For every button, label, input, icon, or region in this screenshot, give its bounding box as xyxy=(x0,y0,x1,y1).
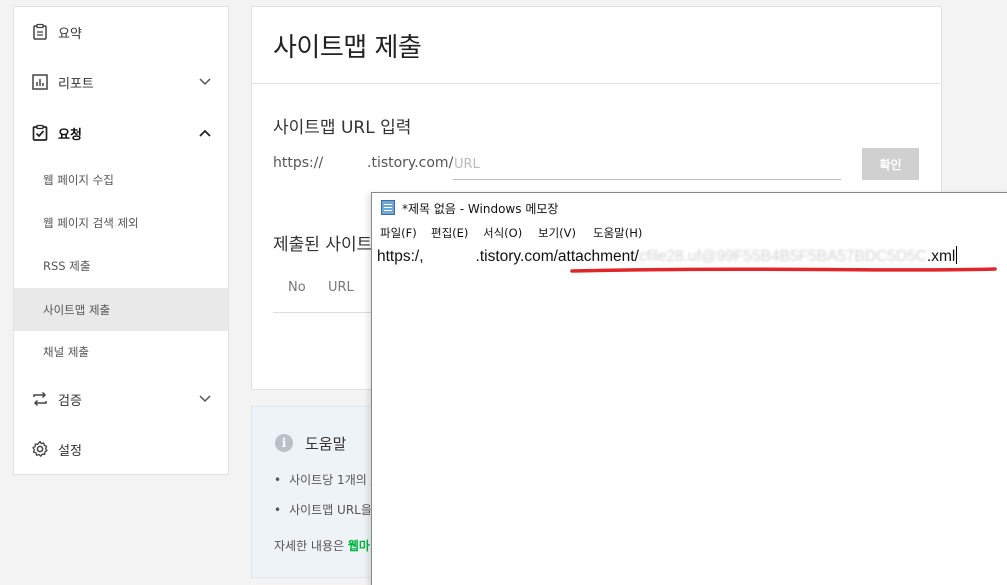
menu-file[interactable]: 파일(F) xyxy=(380,225,417,241)
help-bullet: 사이트당 1개의 / xyxy=(274,471,375,488)
sidebar-item-request[interactable]: 요청 xyxy=(14,111,228,155)
sidebar-subitem-label: 채널 제출 xyxy=(43,344,89,359)
notepad-text-area[interactable]: https:/, .tistory.com/attachment/cfile28.… xyxy=(377,246,958,266)
menu-format[interactable]: 서식(O) xyxy=(483,225,522,241)
bar-chart-icon xyxy=(30,72,50,92)
notepad-text-path: .tistory.com/attachment/ xyxy=(475,248,639,265)
repeat-icon xyxy=(30,389,50,409)
sidebar-item-label: 설정 xyxy=(58,443,82,459)
sidebar-item-settings[interactable]: 설정 xyxy=(14,427,228,471)
sidebar-subitem-label: RSS 제출 xyxy=(43,258,91,273)
webmaster-guide-link[interactable]: 웹마 xyxy=(348,539,370,553)
sidebar-subitem-page-exclude[interactable]: 웹 페이지 검색 제외 xyxy=(14,201,228,244)
page-title: 사이트맵 제출 xyxy=(273,33,422,63)
sitemap-url-input[interactable] xyxy=(453,149,841,180)
notepad-title: *제목 없음 - Windows 메모장 xyxy=(402,202,559,216)
submitted-section-title: 제출된 사이트 xyxy=(273,235,373,255)
sidebar-item-label: 검증 xyxy=(58,393,82,409)
menu-view[interactable]: 보기(V) xyxy=(538,225,576,241)
sidebar-item-summary[interactable]: 요약 xyxy=(14,10,228,54)
chevron-up-icon xyxy=(198,126,212,140)
sidebar: 요약 리포트 요청 웹 페이지 수집 웹 페이지 검색 제외 RSS 제출 사이… xyxy=(13,6,229,475)
sidebar-subitem-label: 사이트맵 제출 xyxy=(43,302,111,317)
sidebar-subitem-page-collect[interactable]: 웹 페이지 수집 xyxy=(14,158,228,201)
menu-edit[interactable]: 편집(E) xyxy=(431,225,468,241)
help-title: 도움말 xyxy=(305,435,347,453)
webmaster-page: 요약 리포트 요청 웹 페이지 수집 웹 페이지 검색 제외 RSS 제출 사이… xyxy=(0,0,1007,585)
url-prefix-scheme: https:// xyxy=(273,155,324,171)
help-more-prefix: 자세한 내용은 xyxy=(274,539,348,553)
help-more-text: 자세한 내용은 웹마 xyxy=(274,537,370,554)
notepad-text-ext: .xml xyxy=(926,248,956,265)
sidebar-item-report[interactable]: 리포트 xyxy=(14,60,228,104)
confirm-button[interactable]: 확인 xyxy=(862,148,919,180)
table-header-no: No xyxy=(288,280,306,295)
sidebar-item-label: 요청 xyxy=(58,127,82,143)
sidebar-item-label: 요약 xyxy=(58,26,82,42)
clipboard-check-icon xyxy=(30,123,50,143)
sidebar-subitem-label: 웹 페이지 검색 제외 xyxy=(43,215,139,230)
sidebar-subitem-sitemap[interactable]: 사이트맵 제출 xyxy=(14,288,228,331)
divider xyxy=(252,83,941,84)
table-header-divider xyxy=(273,312,373,313)
notepad-text-blurred: cfile28.uf@99F55B4B5F5BA57BDC5D5C xyxy=(638,248,927,265)
chevron-down-icon xyxy=(198,392,212,406)
red-underline-annotation xyxy=(570,267,997,273)
table-header-url: URL xyxy=(328,280,354,295)
text-caret xyxy=(956,246,958,264)
sidebar-subitem-rss[interactable]: RSS 제출 xyxy=(14,244,228,287)
sidebar-subitem-label: 웹 페이지 수집 xyxy=(43,172,114,187)
url-prefix-domain: .tistory.com/ xyxy=(367,155,454,171)
chevron-down-icon xyxy=(198,75,212,89)
url-section-title: 사이트맵 URL 입력 xyxy=(273,118,412,138)
notepad-titlebar[interactable]: *제목 없음 - Windows 메모장 xyxy=(372,193,1007,221)
sidebar-item-label: 리포트 xyxy=(58,76,94,92)
help-bullet: 사이트맵 URL을 xyxy=(274,501,372,518)
gear-icon xyxy=(30,439,50,459)
sidebar-subitem-channel[interactable]: 채널 제출 xyxy=(14,330,228,373)
notepad-app-icon xyxy=(381,200,395,215)
notepad-window: *제목 없음 - Windows 메모장 파일(F) 편집(E) 서식(O) 보… xyxy=(371,192,1007,585)
sidebar-item-verify[interactable]: 검증 xyxy=(14,377,228,421)
menu-help[interactable]: 도움말(H) xyxy=(593,225,642,241)
clipboard-icon xyxy=(30,22,50,42)
info-icon: i xyxy=(275,434,293,452)
notepad-text-scheme: https:/, xyxy=(377,248,424,265)
